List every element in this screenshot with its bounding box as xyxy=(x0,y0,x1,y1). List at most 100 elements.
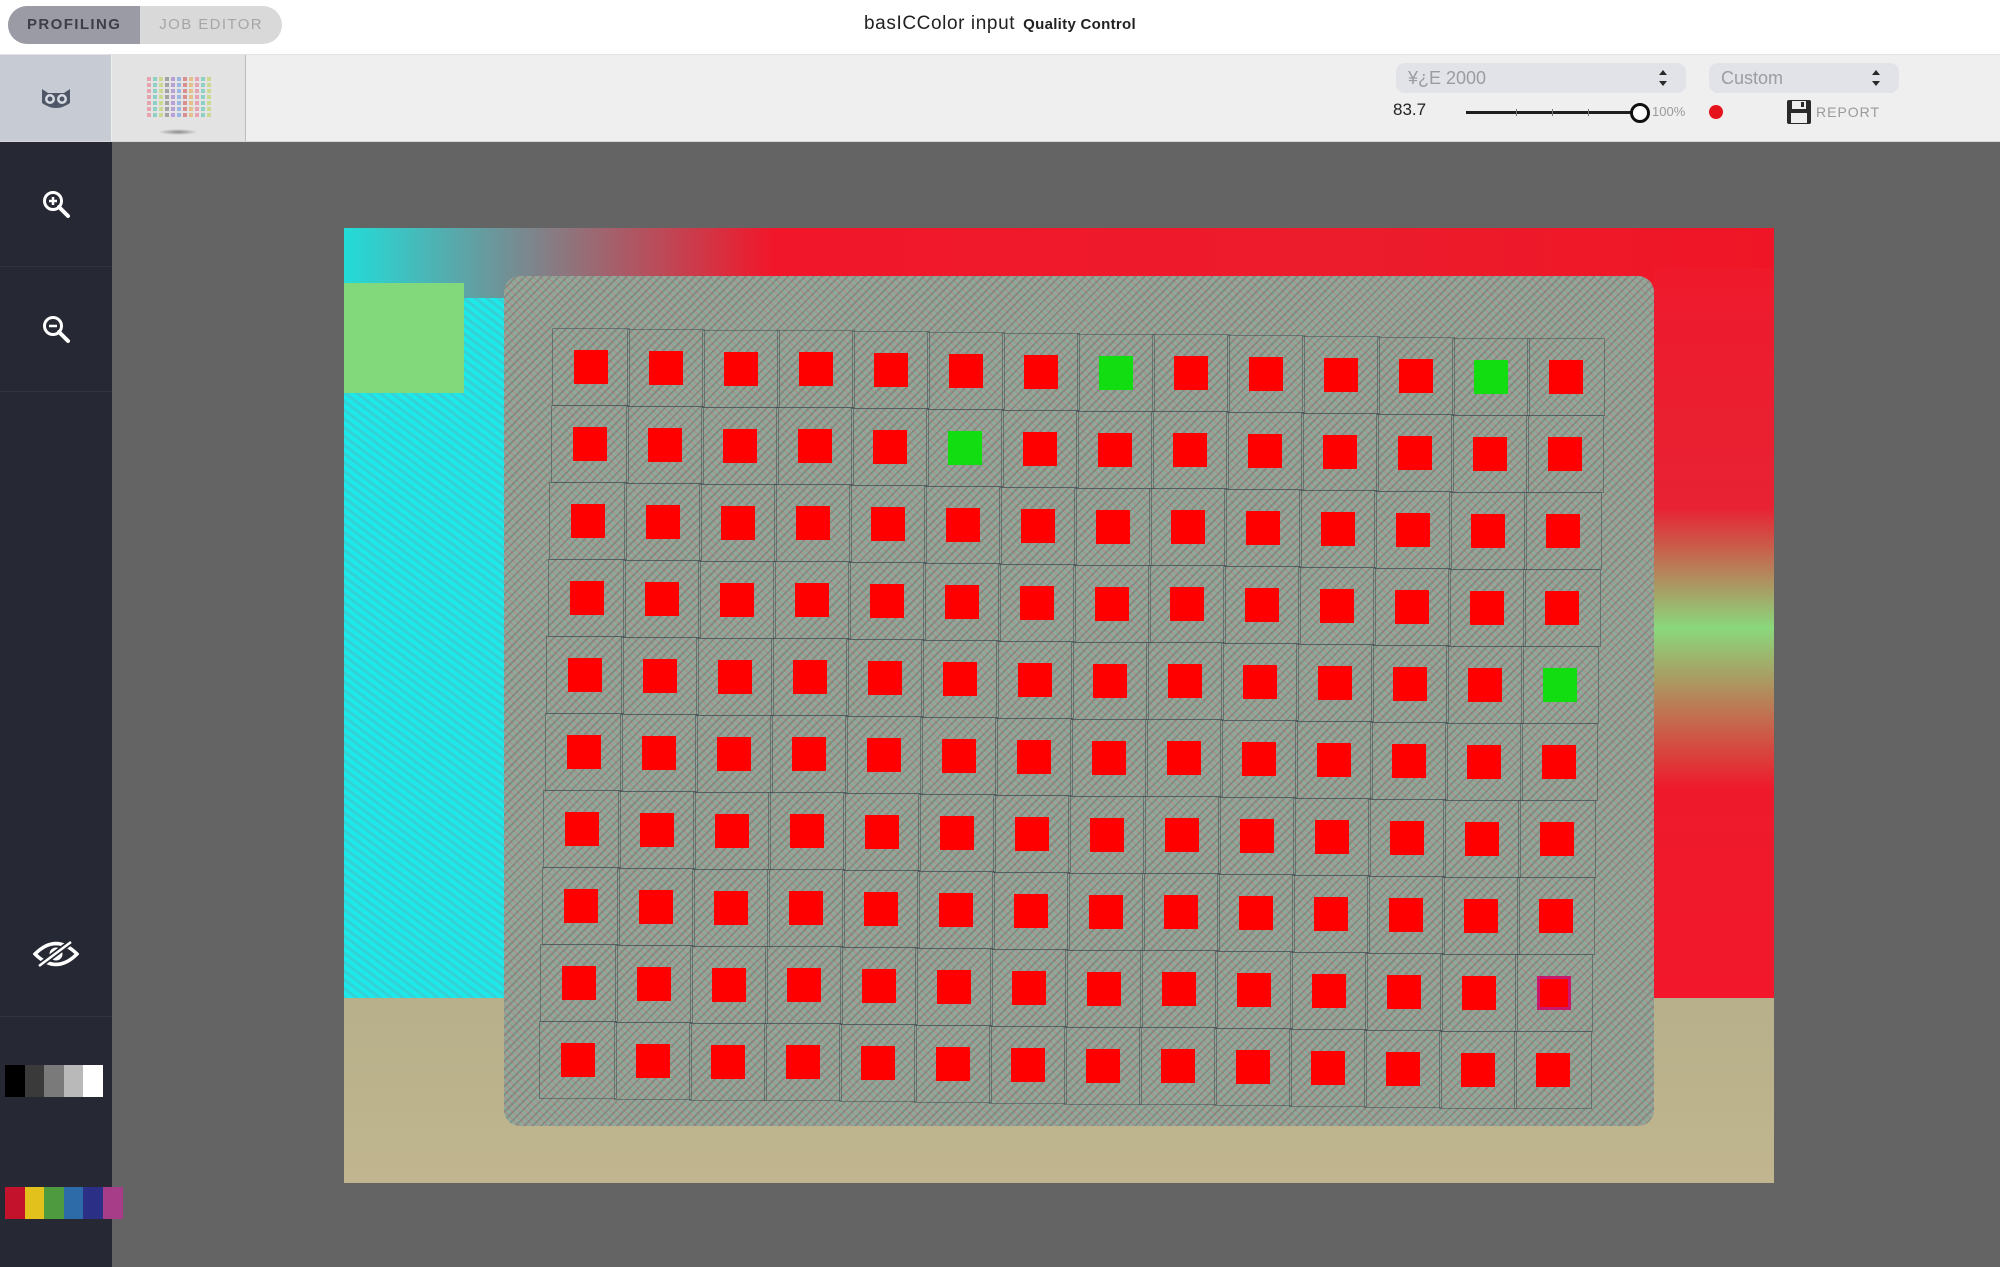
patch-cell[interactable] xyxy=(1072,564,1151,643)
patch-cell[interactable] xyxy=(697,560,776,639)
patch-cell[interactable] xyxy=(1519,723,1598,802)
patch-cell[interactable] xyxy=(1066,872,1145,951)
patch-cell[interactable] xyxy=(1147,565,1226,644)
patch-cell[interactable] xyxy=(765,946,843,1025)
patch-cell[interactable] xyxy=(1521,646,1599,725)
patch-cell[interactable] xyxy=(1077,333,1155,412)
patch-cell[interactable] xyxy=(1288,1029,1367,1107)
patch-cell[interactable] xyxy=(1363,1029,1442,1108)
patch-cell[interactable] xyxy=(993,794,1071,873)
patch-cell[interactable] xyxy=(1450,414,1529,493)
patch-cell[interactable] xyxy=(766,869,845,948)
patch-cell[interactable] xyxy=(1513,1031,1592,1110)
patch-cell[interactable] xyxy=(1069,718,1148,797)
patch-cell[interactable] xyxy=(996,640,1074,719)
patch-cell[interactable] xyxy=(1000,409,1079,488)
patch-cell[interactable] xyxy=(843,793,921,872)
grayscale-view-button[interactable] xyxy=(0,1017,112,1141)
patch-cell[interactable] xyxy=(997,563,1076,642)
patch-cell[interactable] xyxy=(994,717,1073,796)
patch-cell[interactable] xyxy=(1368,798,1446,877)
patch-cell[interactable] xyxy=(850,408,929,487)
patch-cell[interactable] xyxy=(696,637,774,716)
patch-cell[interactable] xyxy=(1522,569,1601,648)
tolerance-slider[interactable] xyxy=(1466,101,1650,123)
metric-select[interactable]: ¥¿E 2000 xyxy=(1396,63,1686,93)
patch-cell[interactable] xyxy=(846,639,924,718)
patch-cell[interactable] xyxy=(690,945,768,1024)
patch-cell[interactable] xyxy=(1447,568,1526,647)
patch-cell[interactable] xyxy=(844,716,923,795)
quality-control-image[interactable] xyxy=(344,228,1774,1183)
patch-cell[interactable] xyxy=(1138,1027,1217,1106)
patch-cell[interactable] xyxy=(1213,1028,1292,1107)
patch-cell[interactable] xyxy=(1149,488,1227,567)
patch-cell[interactable] xyxy=(550,405,629,483)
patch-cell[interactable] xyxy=(544,713,623,791)
patch-cell[interactable] xyxy=(1150,411,1229,490)
patch-cell[interactable] xyxy=(1518,800,1596,879)
patch-cell[interactable] xyxy=(1369,721,1448,800)
patch-cell[interactable] xyxy=(922,563,1001,641)
patch-cell[interactable] xyxy=(618,790,696,869)
patch-cell[interactable] xyxy=(1140,950,1218,1029)
patch-cell[interactable] xyxy=(615,944,693,1023)
patch-cell[interactable] xyxy=(702,329,780,408)
patch-cell[interactable] xyxy=(1365,952,1443,1031)
patch-cell[interactable] xyxy=(990,948,1068,1027)
patch-cell[interactable] xyxy=(1375,413,1454,492)
patch-cell[interactable] xyxy=(1377,336,1455,415)
patch-cell[interactable] xyxy=(919,717,998,795)
patch-cell[interactable] xyxy=(1371,644,1449,723)
patch-cell[interactable] xyxy=(1216,874,1295,953)
patch-cell[interactable] xyxy=(1300,413,1379,491)
patch-cell[interactable] xyxy=(1302,336,1380,414)
patch-cell[interactable] xyxy=(624,482,702,561)
patch-cell[interactable] xyxy=(918,794,996,872)
patch-cell[interactable] xyxy=(694,714,773,793)
patch-cell[interactable] xyxy=(1449,491,1527,570)
patch-cell[interactable] xyxy=(1002,332,1080,411)
patch-cell[interactable] xyxy=(988,1025,1067,1104)
patch-cell[interactable] xyxy=(538,1021,617,1099)
patch-cell[interactable] xyxy=(1143,796,1221,875)
patch-cell[interactable] xyxy=(1293,798,1371,876)
patch-cell[interactable] xyxy=(1221,643,1299,722)
slider-handle[interactable] xyxy=(1630,103,1650,123)
patch-cell[interactable] xyxy=(838,1024,917,1103)
patch-cell[interactable] xyxy=(852,331,930,410)
patch-cell[interactable] xyxy=(627,328,705,407)
patch-cell[interactable] xyxy=(541,867,620,945)
patch-cell[interactable] xyxy=(1438,1030,1517,1109)
patch-cell[interactable] xyxy=(621,636,699,715)
patch-cell[interactable] xyxy=(613,1021,692,1100)
patch-cell[interactable] xyxy=(1524,492,1602,571)
patch-cell[interactable] xyxy=(1515,954,1593,1033)
patch-cell[interactable] xyxy=(840,947,918,1026)
patch-cell[interactable] xyxy=(699,483,777,562)
patch-cell[interactable] xyxy=(1218,797,1296,876)
patch-cell[interactable] xyxy=(1296,644,1374,722)
patch-cell[interactable] xyxy=(1443,799,1521,878)
owl-mode-tab[interactable] xyxy=(0,55,111,141)
patch-cell[interactable] xyxy=(691,868,770,947)
patch-cell[interactable] xyxy=(769,715,848,794)
patch-cell[interactable] xyxy=(1374,490,1452,569)
patch-cell[interactable] xyxy=(1225,412,1304,491)
patch-cell[interactable] xyxy=(991,871,1070,950)
patch-cell[interactable] xyxy=(1525,415,1604,494)
patch-cell[interactable] xyxy=(693,791,771,870)
zoom-out-button[interactable] xyxy=(0,267,112,392)
patch-cell[interactable] xyxy=(771,638,849,717)
patch-cell[interactable] xyxy=(1224,489,1302,568)
patch-cell[interactable] xyxy=(616,867,695,946)
patch-cell[interactable] xyxy=(1440,953,1518,1032)
patch-cell[interactable] xyxy=(1291,875,1370,953)
patch-cell[interactable] xyxy=(1065,949,1143,1028)
patch-cell[interactable] xyxy=(915,948,993,1026)
preset-select[interactable]: Custom xyxy=(1709,63,1899,93)
patch-cell[interactable] xyxy=(916,871,995,949)
patch-cell[interactable] xyxy=(999,486,1077,565)
patch-cell[interactable] xyxy=(1516,877,1595,956)
patch-cell[interactable] xyxy=(1071,641,1149,720)
